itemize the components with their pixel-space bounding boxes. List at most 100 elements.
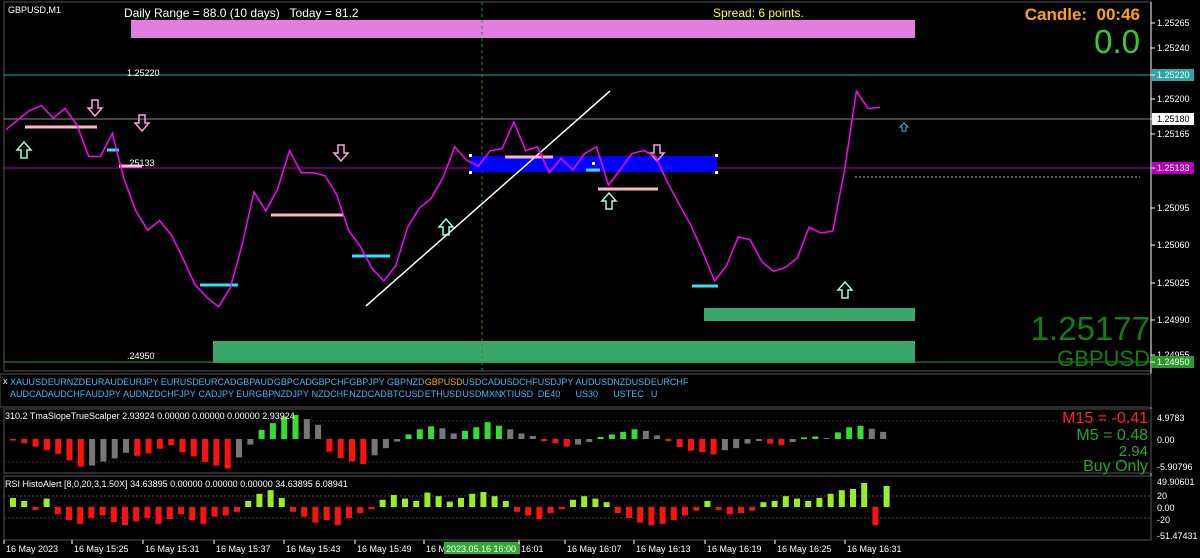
symbol-xtiusd[interactable]: XTIUSD xyxy=(500,389,534,399)
tma-bar xyxy=(823,437,830,439)
rsi-bar xyxy=(782,496,789,507)
rsi-bar xyxy=(155,507,162,524)
rsi-bar xyxy=(267,490,274,507)
rsi-bar xyxy=(771,501,778,507)
rsi-bar xyxy=(883,486,890,507)
symbol-us30[interactable]: US30 xyxy=(576,389,599,399)
tma-bar xyxy=(416,429,423,439)
symbol-usdmxn[interactable]: USDMXN xyxy=(462,389,501,399)
rsi-bar xyxy=(178,507,184,515)
symbol-ethusd[interactable]: ETHUSD xyxy=(425,389,463,399)
tma-bar xyxy=(563,439,570,447)
rsi-bar xyxy=(390,495,397,507)
symbol-nzdcad[interactable]: NZDCAD xyxy=(349,389,387,399)
rsi-bar xyxy=(32,507,39,510)
tma-bar xyxy=(518,433,525,439)
symbol-audcad[interactable]: AUDCAD xyxy=(10,389,49,399)
symbol-usdchf[interactable]: USDCHF xyxy=(500,377,538,387)
tma-bar xyxy=(450,433,457,439)
symbol-ustec[interactable]: USTEC xyxy=(613,389,644,399)
symbol-gbpjpy[interactable]: GBPJPY xyxy=(349,377,385,387)
time-tick-label: 16 M xyxy=(426,544,446,554)
symbol-eurnzd[interactable]: EURNZD xyxy=(48,377,86,387)
symbol-audchf[interactable]: AUDCHF xyxy=(48,389,86,399)
symbol-gbpchf[interactable]: GBPCHF xyxy=(312,377,350,387)
symbol-nzdusd[interactable]: NZDUSD xyxy=(613,377,651,387)
symbol-eurchf[interactable]: EURCHF xyxy=(651,377,689,387)
tma-bar xyxy=(111,439,118,459)
tma-bar xyxy=(55,439,62,454)
symbol-euraud[interactable]: EURAUD xyxy=(85,377,124,387)
rsi-bar xyxy=(659,507,666,524)
rsi-bar xyxy=(469,493,476,507)
rsi-bar xyxy=(872,507,879,525)
tma-bar xyxy=(721,439,728,451)
symbol-gbpusd[interactable]: GBPUSD xyxy=(425,377,464,387)
rsi-bar xyxy=(670,507,677,521)
close-icon[interactable]: x xyxy=(3,376,8,386)
symbol-btcusd[interactable]: BTCUSD xyxy=(387,389,425,399)
symbol-audnzd[interactable]: AUDNZD xyxy=(123,389,161,399)
symbol-de40[interactable]: DE40 xyxy=(538,389,561,399)
tma-bar xyxy=(462,430,468,439)
tma-bar xyxy=(394,439,401,442)
rsi-bar xyxy=(827,493,834,507)
rsi-bar xyxy=(66,507,72,521)
time-tick-label: 16 May 16:25 xyxy=(777,544,832,554)
tma-bar xyxy=(303,419,310,439)
time-tick-label: 16 May 15:49 xyxy=(357,544,412,554)
tma-bar xyxy=(337,439,344,458)
symbol-gbpnzd[interactable]: GBPNZD xyxy=(387,377,425,387)
symbol-audusd[interactable]: AUDUSD xyxy=(576,377,615,387)
level-label-1-25133: .25133 xyxy=(127,158,155,168)
symbol-cadjpy[interactable]: CADJPY xyxy=(199,389,235,399)
rsi-bar xyxy=(838,490,845,507)
tma-bar xyxy=(868,428,875,439)
rsi-bar xyxy=(626,507,632,518)
zone-handle[interactable] xyxy=(469,171,472,174)
symbol-row-1: XAUUSD EURNZD EURAUD EURJPY EURUSD EURCAD GBPA… xyxy=(10,377,689,387)
symbol-usdjpy[interactable]: USDJPY xyxy=(538,377,574,387)
rsi-bar xyxy=(166,507,173,519)
tma-bar xyxy=(269,423,276,439)
symbol-audjpy[interactable]: AUDJPY xyxy=(85,389,121,399)
rsi-bar xyxy=(290,507,296,512)
tma-bar xyxy=(66,439,73,461)
rsi-bar xyxy=(357,507,364,513)
rsi-bar xyxy=(99,507,106,516)
price-tick-label: 1.25180 xyxy=(1157,114,1190,124)
rsi-bar xyxy=(726,507,733,515)
symbol-nzdjpy[interactable]: NZDJPY xyxy=(274,389,309,399)
symbol-gbpaud[interactable]: GBPAUD xyxy=(236,377,274,387)
price-tick-label: 1.25133 xyxy=(1157,163,1190,173)
rsi-bar xyxy=(278,498,285,507)
tma-bar xyxy=(665,439,672,442)
symbol-xauusd[interactable]: XAUUSD xyxy=(10,377,48,387)
tma-bar xyxy=(473,427,480,439)
symbol-gbpcad[interactable]: GBPCAD xyxy=(274,377,313,387)
candle-timer: Candle: 00:46 xyxy=(1025,5,1140,24)
tma-bar xyxy=(89,439,96,466)
tma-bar xyxy=(236,439,242,458)
tma-bar xyxy=(428,426,435,439)
symbol-usdcad[interactable]: USDCAD xyxy=(462,377,501,387)
symbol-selector: x XAUUSD EURNZD EURAUD EURJPY EURUSD EURCAD GB… xyxy=(0,373,1152,408)
zone-handle[interactable] xyxy=(469,154,472,157)
rsi-bar xyxy=(43,498,50,507)
rsi-bar xyxy=(211,507,218,517)
symbol-eurusd[interactable]: EURUSD xyxy=(161,377,200,387)
symbol-eurcad[interactable]: EURCAD xyxy=(199,377,238,387)
chart-title: GBPUSD,M1 xyxy=(8,5,61,15)
symbol-chfjpy[interactable]: CHFJPY xyxy=(161,389,196,399)
symbol-eurgbp[interactable]: EURGBP xyxy=(236,389,274,399)
tma-signal-label: Buy Only xyxy=(1083,458,1148,475)
symbol-eurjpy[interactable]: EURJPY xyxy=(123,377,159,387)
symbol-nzdchf[interactable]: NZDCHF xyxy=(312,389,349,399)
tma-bar xyxy=(575,439,581,445)
level-label-1-25220: 1.25220 xyxy=(127,68,160,78)
symbol-u[interactable]: U xyxy=(651,389,658,399)
rsi-bar xyxy=(379,499,386,507)
zone-handle[interactable] xyxy=(715,171,718,174)
zone-handle[interactable] xyxy=(715,154,718,157)
zone-handle[interactable] xyxy=(592,162,595,165)
